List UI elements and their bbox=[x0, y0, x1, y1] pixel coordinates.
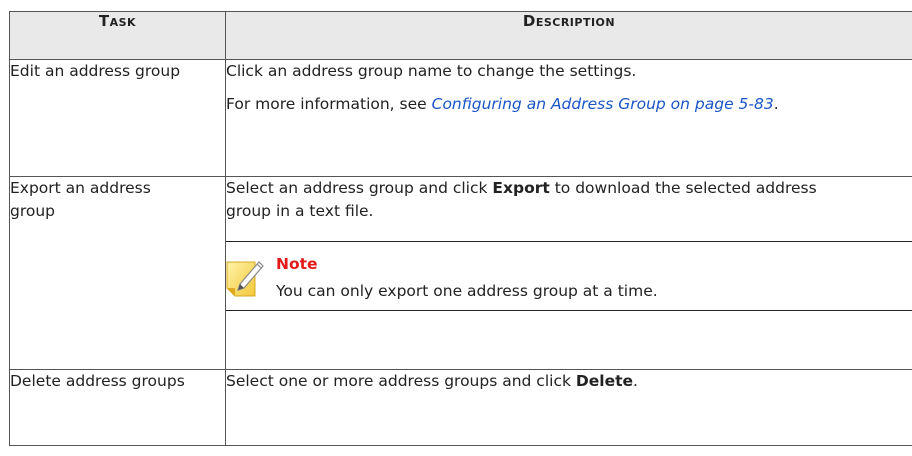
task-description-table: Task Description Edit an address group C… bbox=[9, 11, 912, 446]
description-text: Click an address group name to change th… bbox=[226, 62, 637, 80]
task-cell: Edit an address group bbox=[9, 59, 226, 177]
table-row: Export an address group Select an addres… bbox=[9, 176, 912, 370]
table-row: Delete address groups Select one or more… bbox=[9, 369, 912, 446]
description-cell: Click an address group name to change th… bbox=[225, 59, 912, 177]
table-header-row: Task Description bbox=[9, 11, 912, 60]
task-label: Export an address group bbox=[10, 179, 151, 220]
description-text: Select one or more address groups and cl… bbox=[226, 372, 638, 390]
description-cell: Select one or more address groups and cl… bbox=[225, 369, 912, 446]
table-row: Edit an address group Click an address g… bbox=[9, 59, 912, 177]
note-text: You can only export one address group at… bbox=[276, 282, 658, 300]
cross-reference-link[interactable]: Configuring an Address Group on page 5-8… bbox=[432, 95, 774, 113]
description-text: Select an address group and click Export… bbox=[226, 179, 817, 220]
task-label: Edit an address group bbox=[10, 62, 181, 80]
column-header-task: Task bbox=[9, 11, 226, 60]
task-label: Delete address groups bbox=[10, 372, 185, 390]
note-title: Note bbox=[276, 255, 318, 273]
more-info-text: For more information, see Configuring an… bbox=[226, 95, 779, 113]
export-keyword: Export bbox=[492, 179, 550, 197]
note-box: Note You can only export one address gro… bbox=[226, 241, 912, 311]
column-header-description: Description bbox=[225, 11, 912, 60]
task-cell: Delete address groups bbox=[9, 369, 226, 446]
delete-keyword: Delete bbox=[575, 372, 634, 390]
note-pencil-icon bbox=[226, 256, 264, 298]
task-cell: Export an address group bbox=[9, 176, 226, 370]
description-cell: Select an address group and click Export… bbox=[225, 176, 912, 370]
